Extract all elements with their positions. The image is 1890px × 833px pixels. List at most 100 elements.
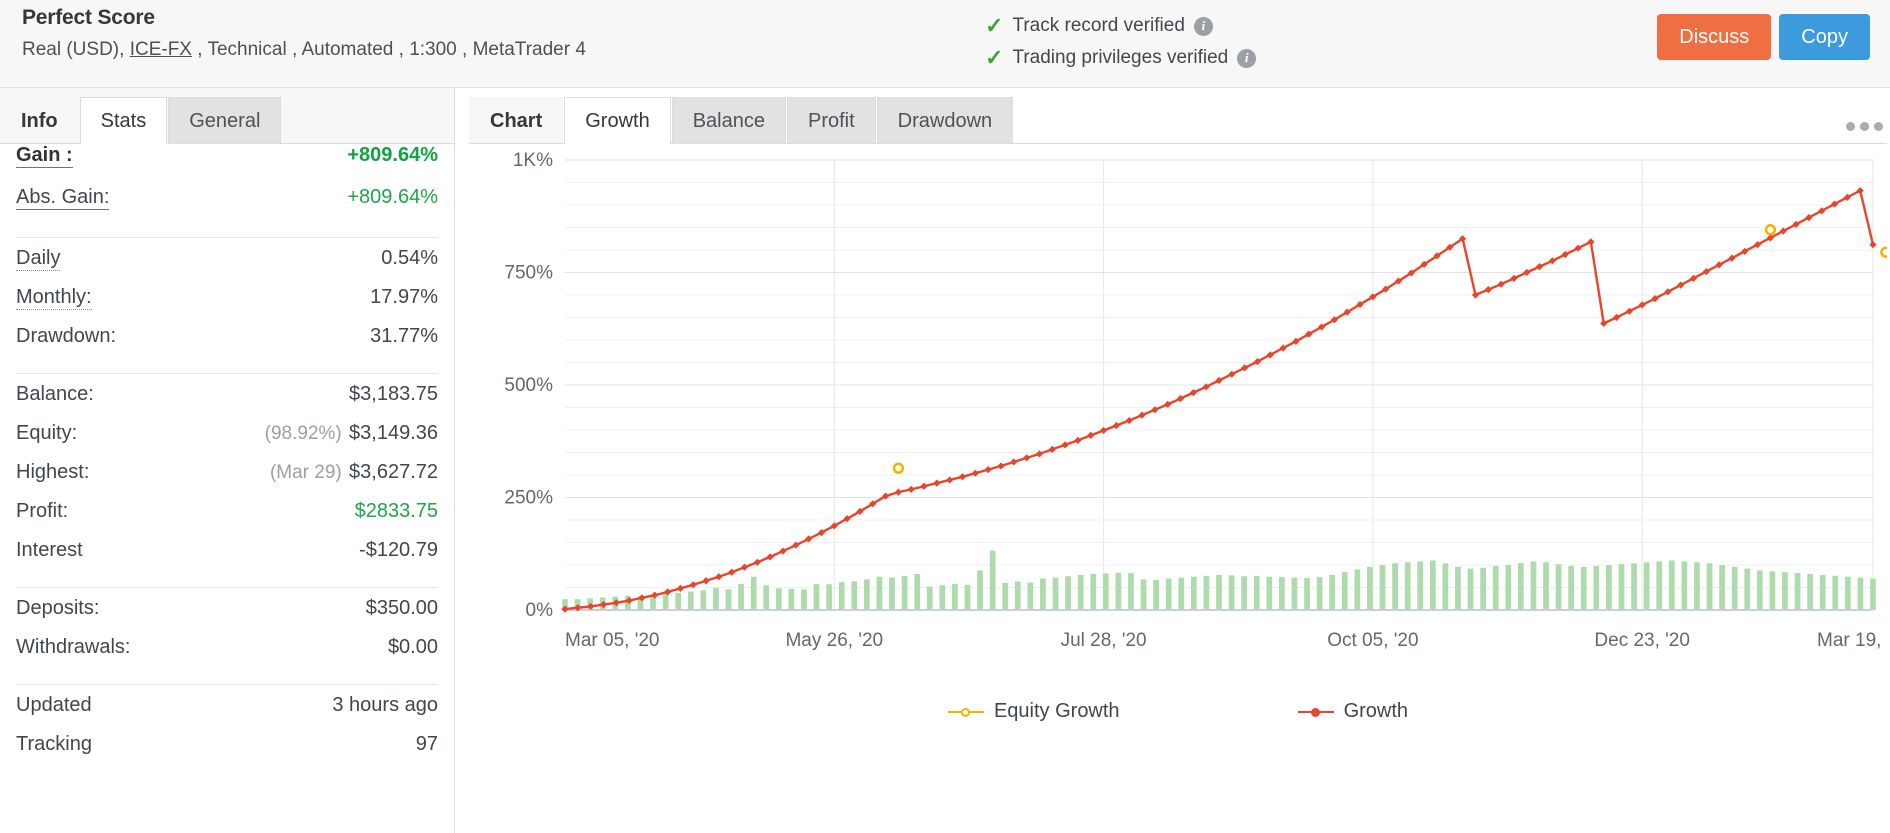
legend-item-growth[interactable]: Growth	[1297, 700, 1409, 723]
stat-label: Tracking	[16, 733, 92, 755]
sidebar-tab-stats[interactable]: Stats	[79, 97, 168, 144]
sidebar-tab-info[interactable]: Info	[0, 97, 79, 143]
stats-sidebar: Info Stats General Gain : +809.64% Abs. Ga…	[0, 88, 455, 833]
stat-label: Drawdown:	[16, 325, 117, 347]
stat-row: Updated 3 hours ago	[16, 694, 438, 733]
sidebar-tab-bar: Info Stats General	[0, 88, 454, 144]
x-axis-tick-label: Dec 23, '20	[1594, 630, 1690, 651]
y-axis-tick-label: 0%	[526, 600, 554, 621]
stat-value: 3 hours ago	[332, 694, 438, 716]
stat-value: +809.64%	[347, 144, 438, 166]
account-name: Perfect Score	[22, 6, 155, 29]
verification-track-record: ✓ Track record verified i	[985, 10, 1256, 42]
stat-value: $2833.75	[354, 500, 438, 522]
stat-row: Highest: (Mar 29) $3,627.72	[16, 461, 438, 500]
stat-row: Equity: (98.92%) $3,149.36	[16, 422, 438, 461]
ellipsis-icon[interactable]	[1846, 122, 1883, 131]
discuss-button[interactable]: Discuss	[1657, 14, 1772, 60]
verification-badges: ✓ Track record verified i ✓ Trading priv…	[985, 10, 1257, 74]
stat-label: Profit:	[16, 500, 69, 522]
verification-label: Trading privileges verified	[1012, 47, 1229, 68]
chart-tab-profit[interactable]: Profit	[786, 97, 876, 143]
stats-divider	[16, 587, 438, 588]
stat-label: Highest:	[16, 461, 90, 483]
x-axis-tick-label: May 26, '20	[785, 630, 883, 651]
stat-value: $0.00	[387, 636, 438, 658]
stats-list: Gain : +809.64% Abs. Gain: +809.64% Daily 0.5…	[0, 144, 454, 772]
x-axis-tick-label: Oct 05, '20	[1327, 630, 1418, 651]
stat-row: Abs. Gain: +809.64%	[16, 186, 438, 228]
main-body: Info Stats General Gain : +809.64% Abs. Ga…	[0, 88, 1890, 833]
stat-row: Profit: $2833.75	[16, 500, 438, 539]
stat-row: Monthly: 17.97%	[16, 286, 438, 325]
sidebar-tab-general[interactable]: General	[168, 97, 282, 143]
stat-value: +809.64%	[347, 186, 438, 208]
stats-divider	[16, 373, 438, 374]
chart-tab-drawdown[interactable]: Drawdown	[876, 97, 1014, 143]
chart-legend: Equity Growth Growth	[469, 700, 1887, 723]
stat-value-sub: (98.92%)	[264, 423, 348, 444]
stat-label: Withdrawals:	[16, 636, 131, 658]
stat-value: -$120.79	[359, 539, 438, 561]
stat-value: 0.54%	[381, 247, 438, 269]
legend-swatch-growth	[1297, 705, 1334, 719]
legend-label: Growth	[1343, 700, 1409, 722]
chart-tab-chart[interactable]: Chart	[469, 97, 564, 143]
stat-row: Drawdown: 31.77%	[16, 325, 438, 364]
stat-label: Deposits:	[16, 597, 100, 619]
info-icon[interactable]: i	[1237, 48, 1257, 68]
stat-row: Gain : +809.64%	[16, 144, 438, 186]
chart-tab-growth[interactable]: Growth	[564, 97, 671, 144]
x-axis-tick-label: Jul 28, '20	[1061, 630, 1147, 651]
stat-value: 17.97%	[370, 286, 438, 308]
y-axis-tick-label: 750%	[504, 263, 553, 284]
stat-row: Deposits: $350.00	[16, 597, 438, 636]
y-axis-tick-label: 1K%	[513, 150, 553, 171]
broker-link[interactable]: ICE-FX	[130, 39, 192, 60]
legend-item-equity-growth[interactable]: Equity Growth	[947, 700, 1120, 723]
info-icon[interactable]: i	[1193, 16, 1213, 36]
growth-chart-svg: 0% 250% 500% 750% 1K% Mar 05, '20 May 26, '20 J…	[504, 150, 1887, 651]
verification-label: Track record verified	[1012, 15, 1185, 36]
legend-swatch-equity-growth	[947, 705, 984, 719]
x-axis-tick-label: Mar 05, '20	[565, 630, 659, 651]
stat-value: 97	[415, 733, 438, 755]
stat-row: Tracking 97	[16, 733, 438, 772]
x-axis-tick-label: Mar 19, '21	[1817, 630, 1887, 651]
chart-panel: Chart Growth Balance Profit Drawdown 0% 2…	[455, 88, 1890, 833]
stat-value: 31.77%	[370, 325, 438, 347]
stat-row: Withdrawals: $0.00	[16, 636, 438, 675]
legend-label: Equity Growth	[993, 700, 1120, 722]
header-actions: Discuss Copy	[1657, 14, 1870, 60]
stat-value: $350.00	[365, 597, 438, 619]
stat-label[interactable]: Monthly:	[16, 286, 92, 310]
check-icon: ✓	[985, 45, 1004, 70]
chart-tab-bar: Chart Growth Balance Profit Drawdown	[469, 88, 1887, 144]
stat-row: Balance: $3,183.75	[16, 383, 438, 422]
y-axis-tick-label: 500%	[504, 375, 553, 396]
chart-tab-balance[interactable]: Balance	[671, 97, 786, 143]
account-meta-prefix: Real (USD),	[22, 39, 130, 60]
check-icon: ✓	[985, 13, 1004, 38]
page-header: Perfect Score Real (USD), ICE-FX , Techn…	[0, 0, 1890, 88]
stat-value-sub: (Mar 29)	[269, 462, 348, 483]
growth-chart: 0% 250% 500% 750% 1K% Mar 05, '20 May 26, '20 J…	[469, 144, 1887, 744]
stat-row: Interest -$120.79	[16, 539, 438, 578]
stat-value: $3,183.75	[349, 383, 438, 405]
account-meta: Real (USD), ICE-FX , Technical , Automat…	[22, 39, 586, 61]
stat-label[interactable]: Daily	[16, 247, 61, 271]
stat-label[interactable]: Gain :	[16, 144, 73, 168]
stat-value: (98.92%) $3,149.36	[264, 422, 438, 444]
account-meta-suffix: , Technical , Automated , 1:300 , MetaTr…	[191, 39, 586, 60]
stats-divider	[16, 684, 438, 685]
stat-row: Daily 0.54%	[16, 247, 438, 286]
account-header-info: Perfect Score Real (USD), ICE-FX , Techn…	[22, 6, 586, 61]
verification-trading-privileges: ✓ Trading privileges verified i	[985, 42, 1257, 74]
stat-value: (Mar 29) $3,627.72	[269, 461, 438, 483]
stat-label[interactable]: Abs. Gain:	[16, 186, 110, 210]
stat-label: Updated	[16, 694, 92, 716]
stat-label: Balance:	[16, 383, 94, 405]
stat-label: Interest	[16, 539, 83, 561]
stats-divider	[16, 237, 438, 238]
copy-button[interactable]: Copy	[1779, 14, 1870, 60]
